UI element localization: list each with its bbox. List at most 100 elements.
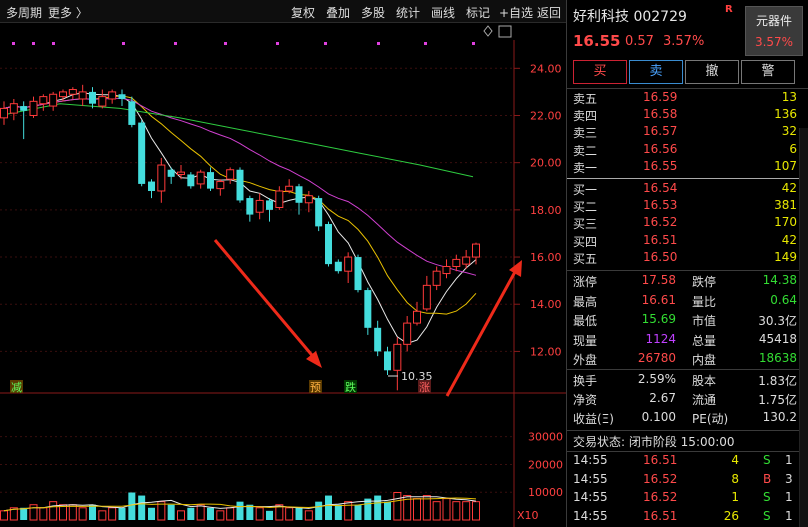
tick-volume: 26 bbox=[723, 508, 739, 523]
sector-pct: 3.57% bbox=[754, 35, 794, 49]
marker-jian: 减 bbox=[11, 381, 22, 394]
order-book-row[interactable]: 卖二 16.56 6 bbox=[567, 142, 808, 159]
candle-body bbox=[78, 91, 87, 100]
volume-bar bbox=[255, 507, 264, 521]
volume-bar bbox=[344, 501, 353, 521]
order-book-row[interactable]: 买四 16.51 42 bbox=[567, 233, 808, 250]
candle-body bbox=[364, 290, 372, 328]
tick-count: 1 bbox=[785, 508, 793, 523]
marker-zhang: 涨 bbox=[419, 381, 430, 394]
y-tick-label: 16.00 bbox=[530, 251, 562, 264]
stat-label: 换手 bbox=[573, 374, 598, 388]
order-book-row[interactable]: 买五 16.50 149 bbox=[567, 250, 808, 267]
signal-dot bbox=[424, 42, 427, 45]
signal-dot bbox=[324, 42, 327, 45]
back-button[interactable]: 返回 bbox=[537, 4, 561, 21]
y-tick-label: 18.00 bbox=[530, 204, 562, 217]
volume-bar bbox=[216, 510, 225, 521]
cancel-order-button[interactable]: 撤 bbox=[685, 60, 739, 84]
tick-volume: 4 bbox=[731, 453, 739, 467]
stat-label: 总量 bbox=[692, 333, 717, 348]
order-book-row[interactable]: 卖五 16.59 13 bbox=[567, 90, 808, 107]
period-selector[interactable]: 多周期 bbox=[6, 4, 42, 21]
level-volume: 136 bbox=[774, 107, 797, 122]
ma10-line bbox=[3, 95, 477, 315]
volume-bar bbox=[432, 501, 441, 521]
candle-body bbox=[236, 169, 244, 201]
kline-chart[interactable]: 24.00 22.00 20.00 18.00 16.00 14.00 12.00 3000… bbox=[0, 22, 566, 527]
order-book-row[interactable]: 买二 16.53 381 bbox=[567, 198, 808, 215]
stat-value: 2.67 bbox=[649, 391, 676, 405]
volume-bar bbox=[285, 507, 294, 521]
buy-button[interactable]: 买 bbox=[573, 60, 627, 84]
candle-body bbox=[315, 198, 323, 227]
tick-count: 1 bbox=[785, 490, 793, 504]
price-change: 0.57 bbox=[625, 34, 654, 49]
candle-body bbox=[266, 200, 273, 210]
order-book-row[interactable]: 卖一 16.55 107 bbox=[567, 159, 808, 176]
right-scrollbar[interactable] bbox=[799, 128, 808, 527]
sector-badge[interactable]: 元器件 3.57% bbox=[745, 6, 803, 56]
volume-bar bbox=[325, 495, 332, 520]
candle-body bbox=[98, 96, 107, 107]
candle-body bbox=[393, 343, 402, 371]
level-volume: 42 bbox=[781, 232, 797, 247]
candle-body bbox=[472, 243, 480, 258]
multi-stock-button[interactable]: 多股 bbox=[361, 4, 385, 21]
level-label: 卖五 bbox=[573, 92, 598, 106]
alert-button[interactable]: 警 bbox=[741, 60, 795, 84]
candle-body bbox=[226, 169, 235, 180]
order-book-row[interactable]: 卖三 16.57 32 bbox=[567, 124, 808, 141]
stat-label: PE(动) bbox=[692, 412, 729, 426]
volume-bar bbox=[207, 507, 214, 520]
price-axis-labels: 24.00 22.00 20.00 18.00 16.00 14.00 12.00 bbox=[530, 62, 562, 358]
candle-body bbox=[167, 169, 175, 177]
signal-dot bbox=[52, 42, 55, 45]
candle-body bbox=[334, 261, 342, 272]
stat-label: 股本 bbox=[692, 374, 717, 388]
level-price: 16.58 bbox=[643, 107, 678, 122]
stat-value: 16.61 bbox=[641, 292, 676, 307]
candle-body bbox=[295, 186, 303, 203]
order-book-row[interactable]: 买三 16.52 170 bbox=[567, 215, 808, 232]
signal-dot bbox=[224, 42, 227, 45]
stock-name-code[interactable]: 好利科技 002729 bbox=[573, 6, 687, 26]
volume-bar bbox=[266, 510, 273, 520]
level-label: 卖一 bbox=[573, 160, 598, 175]
sell-button[interactable]: 卖 bbox=[629, 60, 683, 84]
volume-bar bbox=[374, 495, 382, 520]
tick-volume: 8 bbox=[731, 471, 739, 486]
mark-button[interactable]: 标记 bbox=[466, 4, 490, 21]
level-volume: 42 bbox=[781, 181, 797, 195]
fuquan-button[interactable]: 复权 bbox=[291, 4, 315, 21]
tick-time: 14:55 bbox=[573, 471, 608, 486]
candle-body bbox=[138, 122, 146, 184]
stat-label: 最低 bbox=[573, 314, 598, 328]
order-book-row[interactable]: 卖四 16.58 136 bbox=[567, 107, 808, 124]
candle-body bbox=[275, 190, 284, 208]
level-price: 16.50 bbox=[643, 249, 678, 264]
candle-body bbox=[118, 94, 126, 99]
y-tick-label: 14.00 bbox=[530, 298, 562, 311]
last-price: 16.55 bbox=[573, 32, 621, 50]
volume-axis-labels: 30000 20000 10000 bbox=[528, 431, 563, 500]
candle-body bbox=[413, 310, 421, 324]
statistics-button[interactable]: 统计 bbox=[396, 4, 420, 21]
candle-body bbox=[59, 91, 67, 98]
candle-body bbox=[89, 91, 96, 104]
tick-count: 3 bbox=[785, 471, 793, 486]
more-menu[interactable]: 更多 〉 bbox=[48, 4, 88, 21]
tick-price: 16.51 bbox=[643, 453, 678, 467]
add-watchlist-button[interactable]: +自选 bbox=[499, 4, 533, 21]
signal-dot bbox=[174, 42, 177, 45]
volume-bar bbox=[78, 507, 87, 521]
stat-value: 30.3亿 bbox=[758, 314, 797, 328]
chart-corner-icons bbox=[483, 25, 512, 38]
overlay-button[interactable]: 叠加 bbox=[326, 4, 350, 21]
volume-bar bbox=[177, 510, 185, 521]
candle-body bbox=[68, 89, 77, 95]
level-volume: 107 bbox=[774, 158, 797, 173]
draw-line-button[interactable]: 画线 bbox=[431, 4, 455, 21]
stat-value: 18638 bbox=[758, 351, 797, 365]
order-book-row[interactable]: 买一 16.54 42 bbox=[567, 181, 808, 198]
